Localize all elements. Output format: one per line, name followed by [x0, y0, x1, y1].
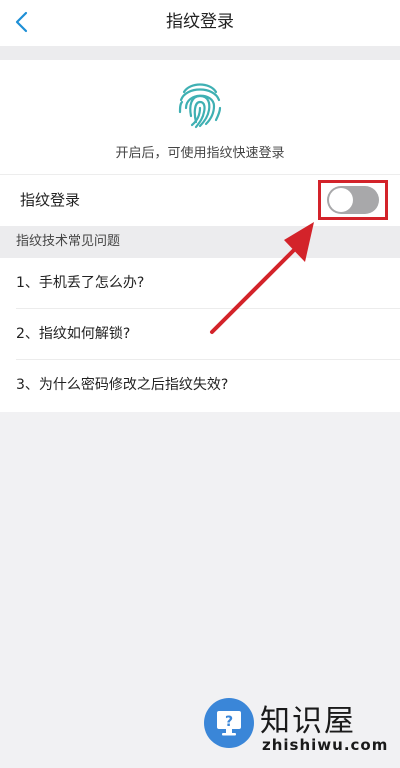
watermark-url: zhishiwu.com: [262, 736, 389, 754]
page-title: 指纹登录: [166, 12, 234, 32]
fingerprint-login-toggle[interactable]: [327, 186, 379, 214]
fingerprint-icon: [178, 83, 222, 129]
faq-item-label: 3、为什么密码修改之后指纹失效?: [16, 377, 229, 393]
watermark-title: 知识屋: [260, 704, 356, 739]
toggle-knob: [329, 188, 353, 212]
question-monitor-icon: ?: [204, 698, 254, 748]
faq-item-label: 2、指纹如何解锁?: [16, 326, 131, 342]
annotation-highlight-box: [318, 180, 388, 220]
faq-item-label: 1、手机丢了怎么办?: [16, 275, 145, 291]
top-navbar: 指纹登录: [0, 0, 400, 46]
faq-item-unlock[interactable]: 2、指纹如何解锁?: [0, 309, 400, 360]
fingerprint-login-label: 指纹登录: [20, 191, 81, 209]
top-spacer: [0, 46, 400, 60]
faq-list: 1、手机丢了怎么办? 2、指纹如何解锁? 3、为什么密码修改之后指纹失效?: [0, 258, 400, 412]
svg-text:?: ?: [225, 714, 233, 730]
fingerprint-hint: 开启后，可使用指纹快速登录: [115, 146, 285, 161]
faq-section-header: 指纹技术常见问题: [0, 226, 400, 258]
fingerprint-card: 开启后，可使用指纹快速登录: [0, 60, 400, 174]
faq-item-lost-phone[interactable]: 1、手机丢了怎么办?: [0, 258, 400, 309]
faq-header-label: 指纹技术常见问题: [16, 234, 121, 249]
screen: 指纹登录 开启后，可使用指纹快速登录 指纹登录 指纹技术常见问题 1、手机丢了怎…: [0, 0, 400, 768]
watermark-logo: ? 知识屋 zhishiwu.com: [192, 690, 400, 768]
faq-item-password-changed[interactable]: 3、为什么密码修改之后指纹失效?: [0, 360, 400, 411]
fingerprint-login-row: 指纹登录: [0, 174, 400, 226]
